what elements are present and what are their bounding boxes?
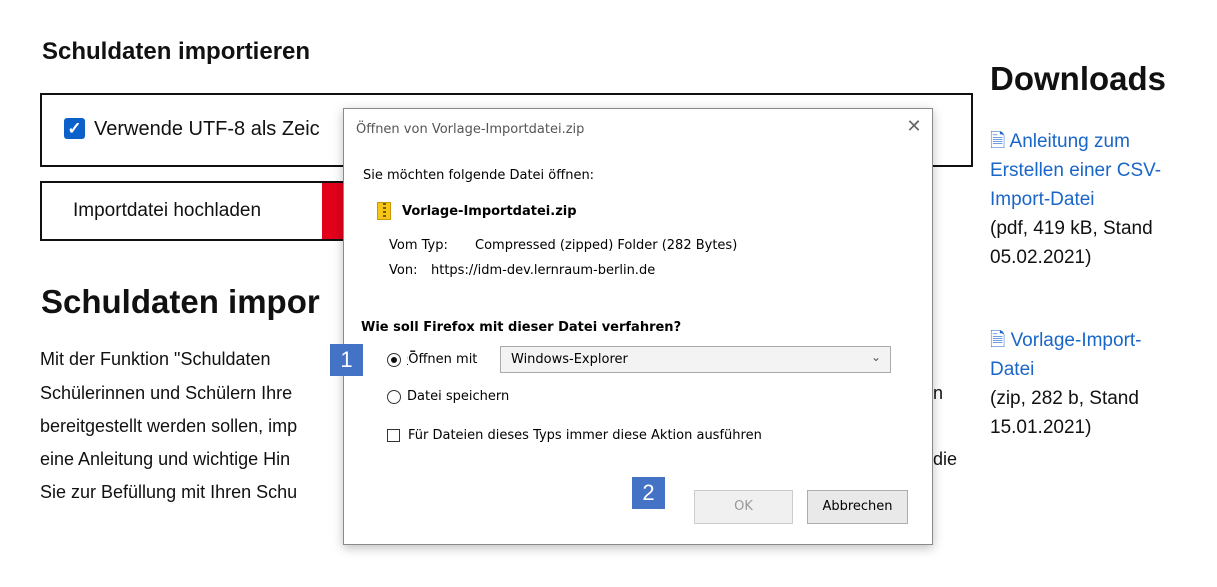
document-icon: 🗎 bbox=[990, 330, 1006, 351]
paragraph-line: Sie zur Befüllung mit Ihren Schu bbox=[40, 482, 298, 502]
download-link-guide-line[interactable]: Import-Datei bbox=[990, 185, 1161, 214]
ok-button[interactable]: OK bbox=[694, 490, 793, 524]
download-item: 🗎 Vorlage-Import- Datei (zip, 282 b, Sta… bbox=[990, 326, 1142, 442]
close-icon[interactable]: ✕ bbox=[904, 117, 924, 137]
download-meta: (zip, 282 b, Stand bbox=[990, 388, 1139, 409]
paragraph-fragment: n bbox=[933, 383, 944, 403]
step-badge-1: 1 bbox=[330, 344, 363, 376]
open-with-label: ÖÖffnen mit bbox=[407, 352, 478, 367]
type-value: Compressed (zipped) Folder (282 Bytes) bbox=[475, 238, 738, 253]
page-title-import: Schuldaten importieren bbox=[42, 38, 311, 65]
download-link-template-line[interactable]: Datei bbox=[990, 355, 1142, 384]
download-item: 🗎 Anleitung zum Erstellen einer CSV- Imp… bbox=[990, 127, 1161, 272]
dialog-intro: Sie möchten folgende Datei öffnen: bbox=[363, 168, 595, 183]
utf8-label: Verwende UTF-8 als Zeic bbox=[94, 118, 320, 140]
dialog-title: Öffnen von Vorlage-Importdatei.zip bbox=[356, 122, 585, 137]
chevron-down-icon: ⌄ bbox=[871, 350, 882, 364]
upload-accent bbox=[322, 183, 344, 239]
open-with-label-text: Öffnen mit bbox=[408, 352, 478, 367]
checkbox-checked-icon[interactable]: ✓ bbox=[64, 118, 85, 139]
paragraph-line: bereitgestellt werden sollen, imp bbox=[40, 416, 298, 436]
open-with-radio[interactable] bbox=[387, 353, 401, 367]
dialog-filename: Vorlage-Importdatei.zip bbox=[402, 204, 577, 219]
document-icon: 🗎 bbox=[990, 131, 1006, 152]
from-value: https://idm-dev.lernraum-berlin.de bbox=[431, 263, 656, 278]
save-file-radio[interactable] bbox=[387, 390, 401, 404]
download-link-guide[interactable]: 🗎 Anleitung zum bbox=[990, 127, 1161, 156]
type-label: Vom Typ: bbox=[389, 238, 448, 253]
paragraph-line: eine Anleitung und wichtige Hin bbox=[40, 449, 291, 469]
step-badge-2: 2 bbox=[632, 477, 665, 509]
download-meta: (pdf, 419 kB, Stand bbox=[990, 218, 1153, 239]
open-with-value: Windows-Explorer bbox=[511, 352, 628, 367]
upload-label: Importdatei hochladen bbox=[73, 200, 262, 221]
paragraph-fragment: die bbox=[933, 449, 958, 469]
dialog-question: Wie soll Firefox mit dieser Datei verfah… bbox=[361, 320, 682, 335]
download-meta: 05.02.2021) bbox=[990, 247, 1092, 268]
always-action-checkbox[interactable] bbox=[387, 429, 400, 442]
save-file-label: Datei speichern bbox=[407, 389, 510, 404]
section-title-import: Schuldaten impor bbox=[41, 283, 320, 320]
download-link-template[interactable]: 🗎 Vorlage-Import- bbox=[990, 326, 1142, 355]
zip-folder-icon bbox=[377, 202, 391, 220]
always-action-label: Für Dateien dieses Typs immer diese Akti… bbox=[408, 428, 762, 443]
paragraph-line: Mit der Funktion "Schuldaten bbox=[40, 349, 271, 369]
paragraph-line: Schülerinnen und Schülern Ihre bbox=[40, 383, 293, 403]
download-meta: 15.01.2021) bbox=[990, 417, 1092, 438]
open-with-select[interactable]: Windows-Explorer ⌄ bbox=[500, 346, 891, 373]
from-label: Von: bbox=[389, 263, 418, 278]
downloads-title: Downloads bbox=[990, 60, 1167, 97]
download-link-guide-line[interactable]: Erstellen einer CSV- bbox=[990, 156, 1161, 185]
cancel-button[interactable]: Abbrechen bbox=[807, 490, 908, 524]
